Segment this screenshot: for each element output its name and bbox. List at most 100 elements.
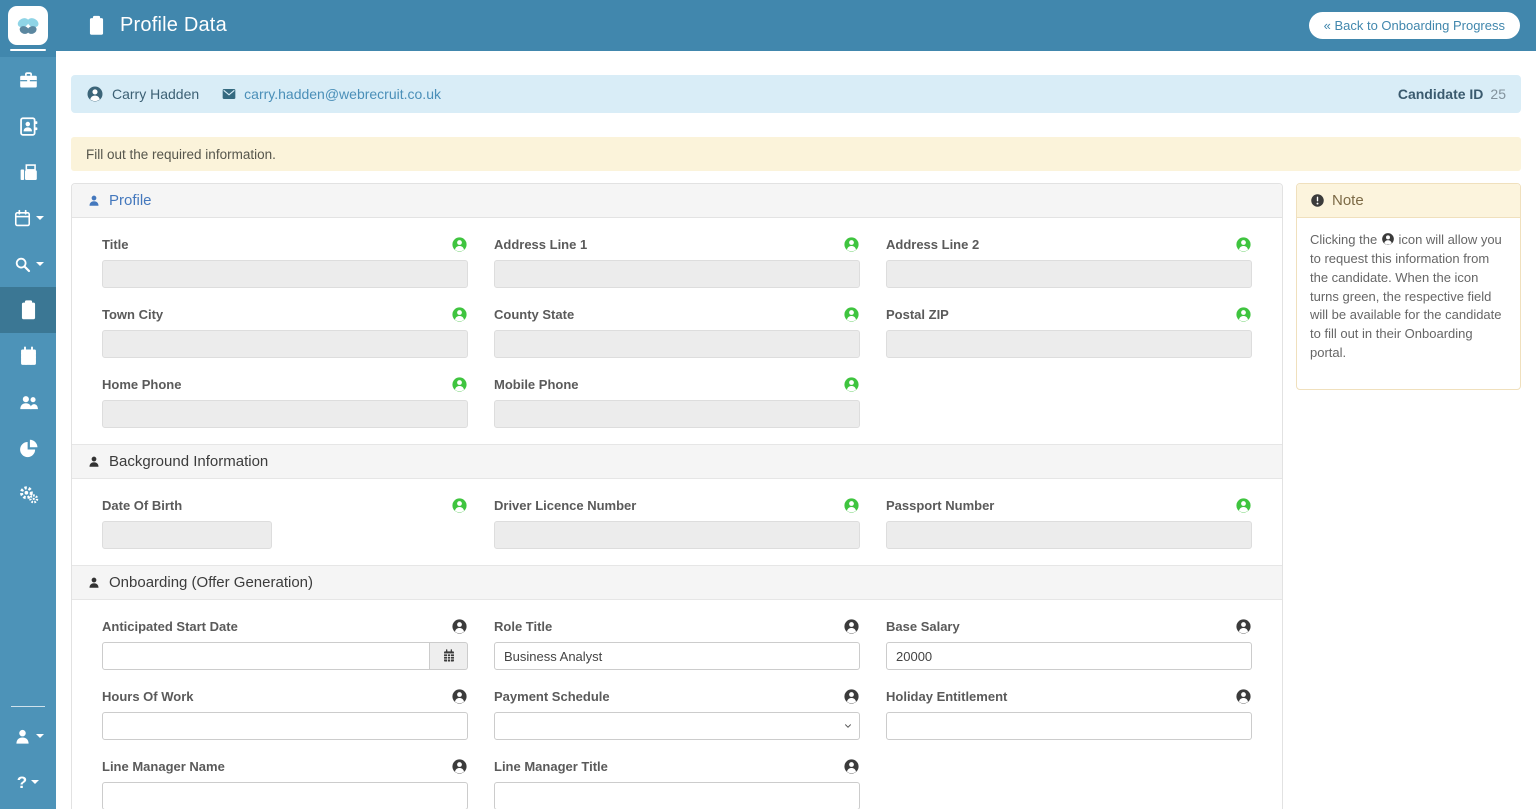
request-info-icon[interactable]: [843, 306, 860, 323]
field-role-title: Role Title: [494, 618, 860, 670]
request-info-icon[interactable]: [843, 758, 860, 775]
note-body: Clicking the icon will allow you to requ…: [1297, 218, 1520, 389]
users-icon: [18, 392, 39, 413]
onboarding-section-title: Onboarding (Offer Generation): [109, 574, 313, 591]
field-label: Driver Licence Number: [494, 498, 636, 513]
postal-zip-input: [886, 330, 1252, 358]
field-holiday-entitlement: Holiday Entitlement: [886, 688, 1252, 740]
sidebar-item-schedule-menu[interactable]: [0, 195, 56, 241]
field-title: Title: [102, 236, 468, 288]
candidate-id: Candidate ID25: [1398, 86, 1506, 102]
datepicker-button[interactable]: [430, 642, 468, 670]
request-info-icon[interactable]: [843, 497, 860, 514]
field-label: Date Of Birth: [102, 498, 182, 513]
user-circle-icon: [1381, 232, 1395, 246]
line-manager-title-input[interactable]: [494, 782, 860, 809]
field-home-phone: Home Phone: [102, 376, 468, 428]
title-input: [102, 260, 468, 288]
calendar-icon: [442, 649, 456, 663]
request-info-icon[interactable]: [451, 688, 468, 705]
onboarding-section-body: Anticipated Start Date Role Title: [72, 600, 1282, 809]
base-salary-input[interactable]: [886, 642, 1252, 670]
line-manager-name-input[interactable]: [102, 782, 468, 809]
field-label: Address Line 1: [494, 237, 587, 252]
sidebar-item-settings[interactable]: [0, 471, 56, 517]
hours-of-work-input[interactable]: [102, 712, 468, 740]
field-line-manager-name: Line Manager Name: [102, 758, 468, 809]
person-icon: [87, 193, 101, 208]
sidebar-divider: [11, 706, 45, 707]
fax-icon: [18, 162, 39, 183]
sidebar-item-help-menu[interactable]: ?: [0, 759, 56, 805]
sidebar-item-account-menu[interactable]: [0, 713, 56, 759]
sidebar-nav: [0, 57, 56, 517]
request-info-icon[interactable]: [451, 376, 468, 393]
calendar-grid-icon: [18, 346, 39, 367]
note-text-after: icon will allow you to request this info…: [1310, 232, 1502, 360]
note-panel: Note Clicking the icon will allow you to…: [1296, 183, 1521, 390]
sidebar-item-onboarding-active[interactable]: [0, 287, 56, 333]
person-icon: [87, 454, 101, 469]
field-address-line-2: Address Line 2: [886, 236, 1252, 288]
clipboard-icon: [18, 300, 39, 321]
sidebar-item-calendar[interactable]: [0, 333, 56, 379]
back-to-onboarding-button[interactable]: « Back to Onboarding Progress: [1309, 12, 1520, 39]
background-section-title: Background Information: [109, 453, 268, 470]
request-info-icon[interactable]: [843, 618, 860, 635]
role-title-input[interactable]: [494, 642, 860, 670]
request-info-icon[interactable]: [843, 236, 860, 253]
calendar-outline-icon: [13, 209, 32, 228]
sidebar-item-search-menu[interactable]: [0, 241, 56, 287]
butterfly-logo-icon: [8, 6, 48, 45]
field-label: Base Salary: [886, 619, 960, 634]
sidebar-item-jobs[interactable]: [0, 57, 56, 103]
sidebar-item-reports[interactable]: [0, 425, 56, 471]
request-info-icon[interactable]: [451, 236, 468, 253]
request-info-icon[interactable]: [451, 497, 468, 514]
field-label: Payment Schedule: [494, 689, 610, 704]
request-info-icon[interactable]: [1235, 688, 1252, 705]
request-info-icon[interactable]: [451, 758, 468, 775]
sidebar-item-contacts[interactable]: [0, 103, 56, 149]
request-info-icon[interactable]: [1235, 306, 1252, 323]
field-label: Home Phone: [102, 377, 181, 392]
field-label: Holiday Entitlement: [886, 689, 1007, 704]
field-driver-licence: Driver Licence Number: [494, 497, 860, 549]
field-passport-number: Passport Number: [886, 497, 1252, 549]
field-hours-of-work: Hours Of Work: [102, 688, 468, 740]
request-info-icon[interactable]: [843, 688, 860, 705]
pie-chart-icon: [18, 438, 39, 459]
request-info-icon[interactable]: [1235, 618, 1252, 635]
request-info-icon[interactable]: [1235, 497, 1252, 514]
field-line-manager-title: Line Manager Title: [494, 758, 860, 809]
address-line-1-input: [494, 260, 860, 288]
app-window: ? Profile Data « Back to Onboarding Prog…: [0, 0, 1536, 809]
sidebar-item-users[interactable]: [0, 379, 56, 425]
request-info-icon[interactable]: [1235, 236, 1252, 253]
request-info-icon[interactable]: [843, 376, 860, 393]
candidate-email-link[interactable]: carry.hadden@webrecruit.co.uk: [244, 86, 441, 102]
field-label: Anticipated Start Date: [102, 619, 238, 634]
page-title: Profile Data: [120, 14, 227, 37]
main-column: Profile Data « Back to Onboarding Progre…: [56, 0, 1536, 809]
app-logo[interactable]: [0, 0, 56, 57]
caret-down-icon: [36, 262, 44, 266]
top-header: Profile Data « Back to Onboarding Progre…: [56, 0, 1536, 51]
field-label: Title: [102, 237, 129, 252]
field-anticipated-start-date: Anticipated Start Date: [102, 618, 468, 670]
envelope-icon: [221, 86, 237, 102]
holiday-entitlement-input[interactable]: [886, 712, 1252, 740]
payment-schedule-select[interactable]: [494, 712, 860, 740]
anticipated-start-date-input[interactable]: [102, 642, 430, 670]
passport-number-input: [886, 521, 1252, 549]
search-icon: [13, 255, 32, 274]
town-city-input: [102, 330, 468, 358]
request-info-icon[interactable]: [451, 618, 468, 635]
sidebar-item-fax[interactable]: [0, 149, 56, 195]
request-info-icon[interactable]: [451, 306, 468, 323]
field-label: Line Manager Title: [494, 759, 608, 774]
home-phone-input: [102, 400, 468, 428]
gears-icon: [18, 484, 39, 505]
field-base-salary: Base Salary: [886, 618, 1252, 670]
county-state-input: [494, 330, 860, 358]
